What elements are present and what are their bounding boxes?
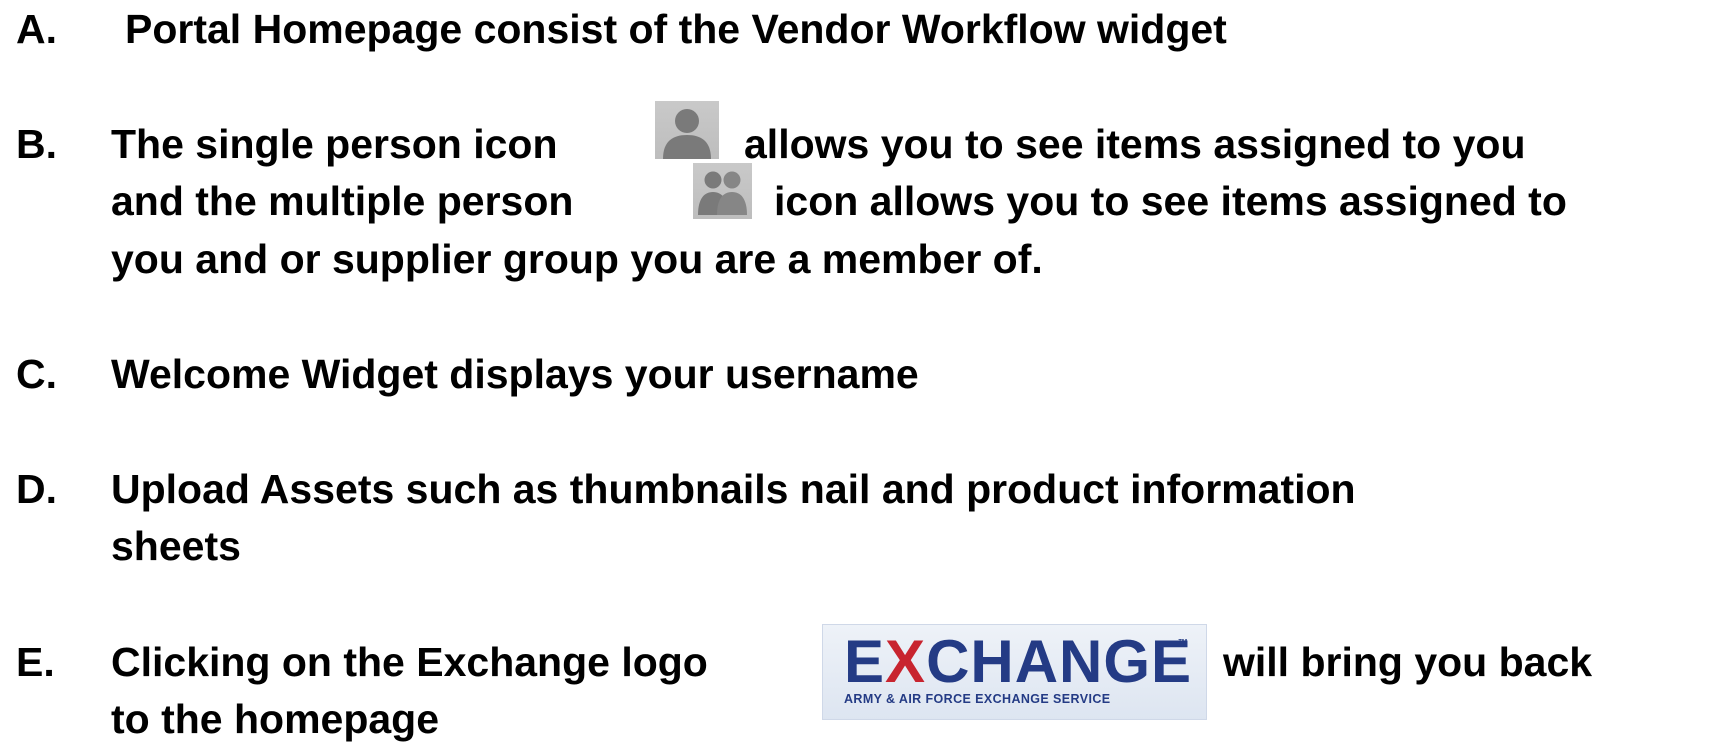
item-text: allows you to see items assigned to you xyxy=(744,121,1526,167)
item-letter: C. xyxy=(16,351,57,397)
logo-letter-x: X xyxy=(885,628,927,695)
multiple-person-icon xyxy=(693,163,752,219)
item-text: icon allows you to see items assigned to xyxy=(774,178,1567,224)
logo-word-rest: CHANGE xyxy=(926,628,1193,695)
slide: A. Portal Homepage consist of the Vendor… xyxy=(0,0,1716,745)
logo-letter-e: E xyxy=(844,628,886,695)
item-letter: A. xyxy=(16,6,57,52)
item-text: will bring you back xyxy=(1223,639,1593,685)
item-text: and the multiple person xyxy=(111,178,574,224)
item-text: Clicking on the Exchange logo xyxy=(111,639,708,685)
logo-subtitle: ARMY & AIR FORCE EXCHANGE SERVICE xyxy=(844,692,1111,706)
item-letter: E. xyxy=(16,639,55,685)
single-person-icon xyxy=(655,101,719,159)
exchange-logo[interactable]: EXCHANGE ™ ARMY & AIR FORCE EXCHANGE SER… xyxy=(822,624,1207,720)
item-letter: D. xyxy=(16,466,57,512)
logo-wordmark: EXCHANGE xyxy=(844,630,1192,694)
item-text: Welcome Widget displays your username xyxy=(111,351,919,397)
item-text: to the homepage xyxy=(111,696,440,742)
item-text: The single person icon xyxy=(111,121,558,167)
item-text: you and or supplier group you are a memb… xyxy=(111,236,1043,282)
item-text: sheets xyxy=(111,523,241,569)
item-letter: B. xyxy=(16,121,57,167)
item-text: Portal Homepage consist of the Vendor Wo… xyxy=(125,6,1227,52)
logo-trademark: ™ xyxy=(1178,638,1188,649)
item-text: Upload Assets such as thumbnails nail an… xyxy=(111,466,1356,512)
